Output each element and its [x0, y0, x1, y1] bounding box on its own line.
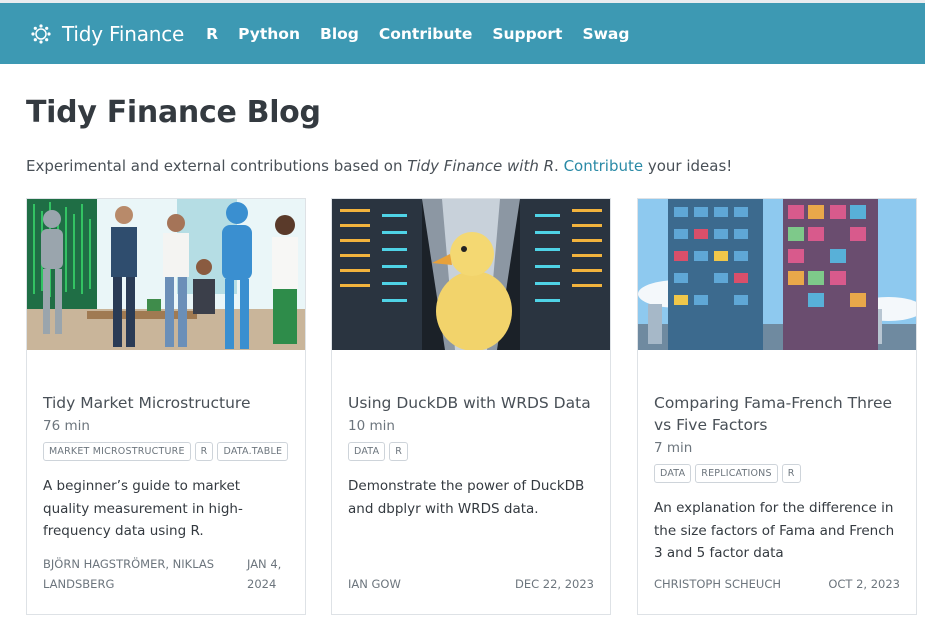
category-tag[interactable]: R — [389, 442, 409, 461]
nav-link-contribute[interactable]: Contribute — [379, 25, 472, 43]
nav-link-swag[interactable]: Swag — [582, 25, 629, 43]
nav-link-support[interactable]: Support — [492, 25, 562, 43]
card-reading-time: 7 min — [654, 440, 693, 456]
category-tag[interactable]: R — [194, 442, 214, 461]
card-author: CHRISTOPH SCHEUCH — [654, 577, 782, 591]
card-date: JAN 4, 2024 — [247, 557, 282, 591]
card-description: An explanation for the difference in the… — [654, 500, 895, 561]
card-author: IAN GOW — [348, 577, 401, 591]
card-categories: DATA REPLICATIONS R — [654, 464, 900, 483]
card-footer: IAN GOW DEC 22, 2023 — [348, 574, 594, 594]
card-image-robots-office[interactable] — [27, 199, 305, 350]
subtitle-separator: . — [554, 157, 564, 175]
duck-server-room-illustration — [332, 199, 610, 350]
subtitle-book-title: Tidy Finance with R — [407, 157, 555, 175]
nav-link-r[interactable]: R — [206, 25, 218, 43]
tidy-finance-logo-icon — [31, 23, 51, 44]
card-reading-time: 76 min — [43, 418, 90, 434]
category-tag[interactable]: MARKET MICROSTRUCTURE — [43, 442, 191, 461]
category-tag[interactable]: DATA.TABLE — [217, 442, 289, 461]
card-footer: BJÖRN HAGSTRÖMER, NIKLAS LANDSBERG JAN 4… — [43, 554, 289, 594]
brand-link[interactable]: Tidy Finance — [30, 22, 184, 46]
card-title[interactable]: Comparing Fama-French Three vs Five Fact… — [654, 392, 900, 436]
top-navbar: Tidy Finance R Python Blog Contribute Su… — [0, 0, 925, 64]
blog-card-duckdb-wrds[interactable]: Using DuckDB with WRDS Data 10 min DATA … — [331, 198, 611, 615]
card-image-duck-server[interactable] — [332, 199, 610, 350]
buildings-skyline-illustration — [638, 199, 916, 350]
card-description: A beginner’s guide to market quality mea… — [43, 478, 243, 539]
subtitle-suffix: your ideas! — [643, 157, 733, 175]
blog-card-market-microstructure[interactable]: Tidy Market Microstructure 76 min MARKET… — [26, 198, 306, 615]
card-categories: DATA R — [348, 442, 594, 461]
category-tag[interactable]: DATA — [348, 442, 386, 461]
card-reading-time: 10 min — [348, 418, 395, 434]
card-title[interactable]: Using DuckDB with WRDS Data — [348, 392, 594, 414]
page-title: Tidy Finance Blog — [26, 95, 321, 130]
contribute-link[interactable]: Contribute — [564, 157, 644, 175]
nav-links: R Python Blog Contribute Support Swag — [206, 25, 649, 43]
card-date: DEC 22, 2023 — [514, 577, 594, 591]
card-footer: CHRISTOPH SCHEUCH OCT 2, 2023 — [654, 574, 900, 594]
category-tag[interactable]: REPLICATIONS — [695, 464, 778, 483]
blog-card-fama-french[interactable]: Comparing Fama-French Three vs Five Fact… — [637, 198, 917, 615]
robots-office-illustration — [27, 199, 305, 350]
category-tag[interactable]: DATA — [654, 464, 692, 483]
card-image-buildings[interactable] — [638, 199, 916, 350]
subtitle-text: Experimental and external contributions … — [26, 157, 408, 175]
card-description: Demonstrate the power of DuckDB and dbpl… — [348, 478, 585, 517]
brand-title: Tidy Finance — [62, 21, 185, 46]
category-tag[interactable]: R — [781, 464, 801, 483]
card-categories: MARKET MICROSTRUCTURE R DATA.TABLE — [43, 442, 289, 461]
card-author: BJÖRN HAGSTRÖMER, NIKLAS LANDSBERG — [43, 557, 215, 591]
nav-link-blog[interactable]: Blog — [320, 25, 359, 43]
page-subtitle: Experimental and external contributions … — [26, 157, 732, 175]
card-title[interactable]: Tidy Market Microstructure — [43, 392, 289, 414]
nav-link-python[interactable]: Python — [238, 25, 300, 43]
card-date: OCT 2, 2023 — [828, 577, 900, 591]
